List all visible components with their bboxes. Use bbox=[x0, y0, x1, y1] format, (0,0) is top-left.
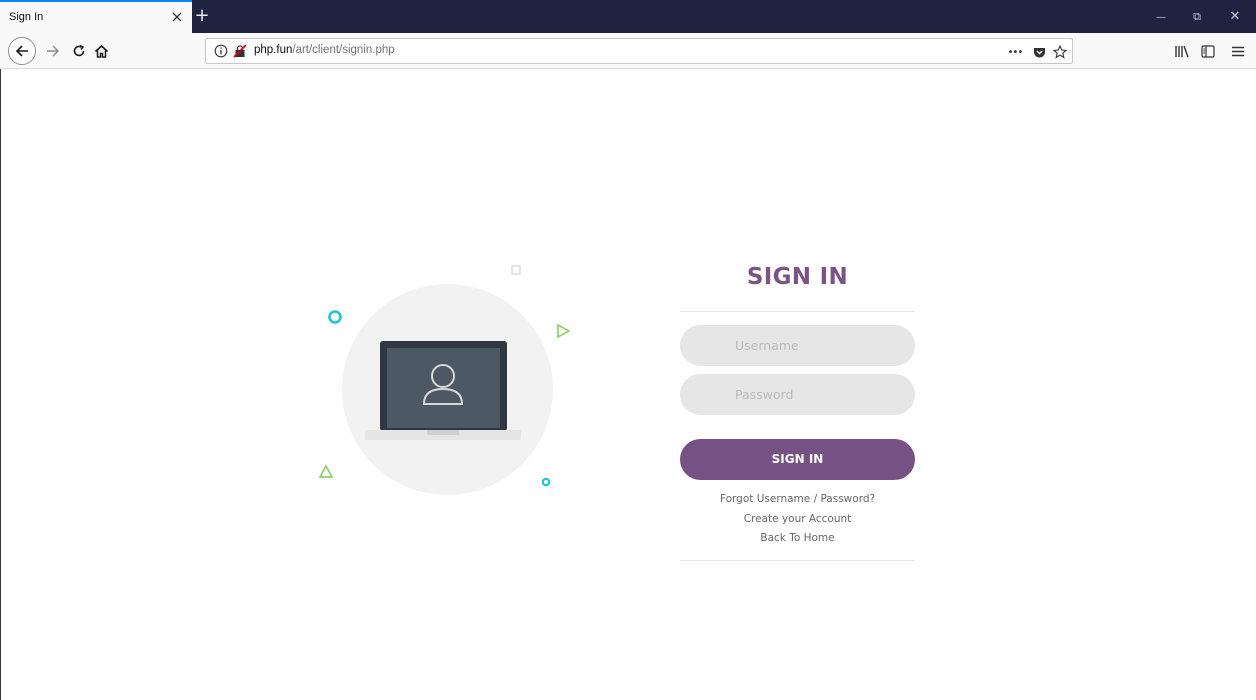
laptop-icon bbox=[365, 341, 521, 440]
window-close-icon: ✕ bbox=[1229, 9, 1241, 24]
page-title: SIGN IN bbox=[746, 264, 849, 290]
menu-icon bbox=[1232, 46, 1244, 56]
minimize-button[interactable]: — bbox=[1148, 7, 1174, 27]
url-path: /art/client/signin.php bbox=[292, 44, 395, 56]
library-button[interactable] bbox=[1172, 42, 1192, 60]
pocket-button[interactable] bbox=[1030, 43, 1048, 61]
url-bar[interactable]: php.fun/art/client/signin.php ••• bbox=[205, 38, 1073, 64]
close-icon bbox=[172, 12, 182, 22]
forgot-password-link[interactable]: Forgot Username / Password? bbox=[680, 493, 915, 505]
divider-top bbox=[680, 311, 915, 312]
window-close-button[interactable]: ✕ bbox=[1222, 7, 1248, 27]
url-host: php.fun bbox=[254, 44, 293, 56]
sign-in-button[interactable]: SIGN IN bbox=[680, 439, 915, 480]
page-actions-button[interactable]: ••• bbox=[1006, 43, 1024, 61]
decor-ring-small bbox=[541, 477, 551, 487]
info-icon[interactable] bbox=[214, 44, 228, 58]
forward-button[interactable] bbox=[40, 38, 66, 64]
title-bar: Sign In + — ⧉ ✕ bbox=[0, 0, 1256, 33]
window-border bbox=[0, 69, 1, 700]
decor-triangle-up bbox=[318, 464, 334, 478]
new-tab-button[interactable]: + bbox=[193, 6, 211, 26]
username-input[interactable] bbox=[680, 325, 915, 366]
decor-ring-large bbox=[328, 310, 342, 324]
home-button[interactable] bbox=[88, 38, 114, 64]
menu-button[interactable] bbox=[1228, 42, 1248, 60]
reload-icon bbox=[73, 44, 85, 57]
decor-square bbox=[511, 265, 521, 275]
close-tab-button[interactable] bbox=[168, 8, 186, 26]
sidebar-button[interactable] bbox=[1198, 42, 1218, 60]
back-to-home-link[interactable]: Back To Home bbox=[680, 532, 915, 544]
tab-sign-in[interactable]: Sign In bbox=[0, 0, 192, 33]
tab-title: Sign In bbox=[9, 11, 44, 23]
star-icon bbox=[1053, 45, 1067, 59]
restore-icon: ⧉ bbox=[1193, 10, 1201, 23]
plus-icon: + bbox=[194, 5, 210, 26]
library-icon bbox=[1175, 45, 1189, 58]
pocket-icon bbox=[1033, 47, 1045, 57]
create-account-link[interactable]: Create your Account bbox=[680, 513, 915, 525]
navigation-toolbar: php.fun/art/client/signin.php ••• bbox=[0, 33, 1256, 69]
password-input[interactable] bbox=[680, 374, 915, 415]
login-panel: SIGN IN SIGN IN Forgot Username / Passwo… bbox=[680, 260, 915, 562]
more-icon: ••• bbox=[1007, 46, 1024, 58]
url-text[interactable]: php.fun/art/client/signin.php bbox=[254, 44, 395, 56]
insecure-lock-icon[interactable] bbox=[233, 44, 247, 58]
minimize-icon: — bbox=[1156, 12, 1166, 23]
back-button[interactable] bbox=[8, 37, 36, 65]
back-arrow-icon bbox=[15, 45, 28, 57]
forward-arrow-icon bbox=[47, 45, 59, 57]
divider-bottom bbox=[680, 560, 915, 561]
sidebar-icon bbox=[1201, 44, 1215, 58]
restore-button[interactable]: ⧉ bbox=[1184, 7, 1210, 27]
illustration bbox=[310, 260, 570, 510]
decor-triangle-right bbox=[557, 323, 570, 339]
bookmark-star-button[interactable] bbox=[1051, 43, 1069, 61]
home-icon bbox=[94, 44, 108, 58]
